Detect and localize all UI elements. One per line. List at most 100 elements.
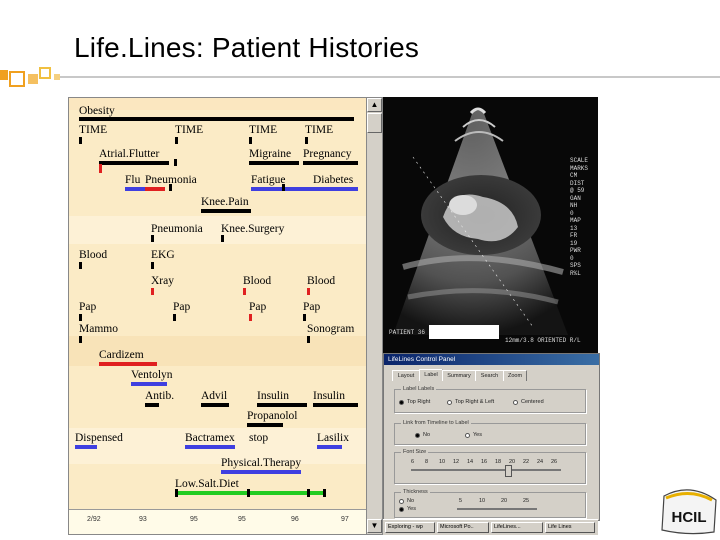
- radio-label: Top Right: [407, 399, 431, 405]
- scroll-down-icon[interactable]: ▼: [367, 519, 382, 533]
- label-insulin-2[interactable]: Insulin: [313, 390, 345, 402]
- radio-thickness-no[interactable]: [399, 499, 404, 504]
- radio-label: No: [407, 498, 415, 504]
- radio-top-right-left[interactable]: [447, 400, 452, 405]
- label-pap-2[interactable]: Pap: [173, 301, 190, 313]
- bar-physical-therapy[interactable]: [221, 470, 301, 474]
- tab-label[interactable]: Label: [419, 369, 443, 381]
- bar-bactramex[interactable]: [185, 445, 235, 449]
- label-position-group: Label Labels Top Right Top Right & Left …: [394, 386, 586, 413]
- radio-top-right[interactable]: [399, 400, 404, 405]
- event-tick: [303, 314, 306, 321]
- ultrasound-orientation-label: 12mm/3.8 ORIENTED R/L: [505, 337, 581, 344]
- bar-atrial-flutter[interactable]: [99, 161, 169, 165]
- label-dispensed[interactable]: Dispensed: [75, 432, 123, 444]
- label-mammo[interactable]: Mammo: [79, 323, 118, 335]
- label-advil[interactable]: Advil: [201, 390, 227, 402]
- label-low-salt-diet[interactable]: Low.Salt.Diet: [175, 478, 239, 490]
- time-axis[interactable]: 2/92 93 95 95 96 97: [69, 509, 366, 534]
- event-tick: [307, 336, 310, 343]
- label-cardizem[interactable]: Cardizem: [99, 349, 144, 361]
- font-size-slider[interactable]: [411, 469, 561, 471]
- radio-label: Centered: [521, 399, 544, 405]
- bar-migraine[interactable]: [249, 161, 299, 165]
- label-propanolol[interactable]: Propanolol: [247, 410, 297, 422]
- label-knee-surgery[interactable]: Knee.Surgery: [221, 223, 284, 235]
- label-lasilix[interactable]: Lasilix: [317, 432, 349, 444]
- label-stop[interactable]: stop: [249, 432, 268, 444]
- event-tick: [151, 235, 154, 242]
- bar-low-salt-diet[interactable]: [175, 491, 325, 495]
- label-blood-1[interactable]: Blood: [79, 249, 107, 261]
- axis-tick-label: 96: [291, 516, 299, 523]
- radio-thickness-yes[interactable]: [399, 507, 404, 512]
- label-knee-pain[interactable]: Knee.Pain: [201, 196, 249, 208]
- label-fatigue[interactable]: Fatigue: [251, 174, 286, 186]
- bar-propanolol[interactable]: [247, 423, 283, 427]
- label-pneumonia-2[interactable]: Pneumonia: [151, 223, 203, 235]
- radio-label: Yes: [407, 506, 416, 512]
- label-xray[interactable]: Xray: [151, 275, 174, 287]
- event-tick: [174, 159, 177, 166]
- thickness-group: Thickness No Yes 5 10 20 25: [394, 489, 586, 518]
- lifelines-view[interactable]: Obesity TIME TIME TIME TIME Atrial.Flutt…: [68, 97, 383, 535]
- taskbar-item-lifelines-2[interactable]: Life Lines: [545, 522, 595, 533]
- event-tick: [151, 262, 154, 269]
- label-pap-3[interactable]: Pap: [249, 301, 266, 313]
- label-sonogram[interactable]: Sonogram: [307, 323, 354, 335]
- label-time-1: TIME: [79, 124, 108, 136]
- taskbar-item-exploring[interactable]: Exploring - wp: [385, 522, 435, 533]
- label-pregnancy[interactable]: Pregnancy: [303, 148, 352, 160]
- label-bactramex[interactable]: Bactramex: [185, 432, 235, 444]
- label-time-2: TIME: [175, 124, 204, 136]
- bar-pregnancy[interactable]: [303, 161, 358, 165]
- radio-link-no[interactable]: [415, 433, 420, 438]
- bar-dispensed[interactable]: [75, 445, 97, 449]
- bar-diabetes[interactable]: [313, 187, 358, 191]
- label-physical-therapy[interactable]: Physical.Therapy: [221, 457, 301, 469]
- bar-cardizem[interactable]: [99, 362, 157, 366]
- event-tick: [247, 489, 250, 497]
- bar-pneumonia[interactable]: [145, 187, 165, 191]
- label-obesity[interactable]: Obesity: [79, 105, 115, 117]
- bar-obesity[interactable]: [79, 117, 354, 121]
- label-ekg[interactable]: EKG: [151, 249, 175, 261]
- bar-ventolyn[interactable]: [131, 382, 167, 386]
- radio-link-yes[interactable]: [465, 433, 470, 438]
- label-blood-2[interactable]: Blood: [243, 275, 271, 287]
- taskbar: Exploring - wp Microsoft Po.. LifeLines.…: [383, 519, 598, 535]
- label-migraine[interactable]: Migraine: [249, 148, 291, 160]
- bar-antib[interactable]: [145, 403, 159, 407]
- event-tick: [173, 314, 176, 321]
- taskbar-item-powerpoint[interactable]: Microsoft Po..: [437, 522, 489, 533]
- label-atrial-flutter[interactable]: Atrial.Flutter: [99, 148, 159, 160]
- label-antib[interactable]: Antib.: [145, 390, 174, 402]
- tab-layout[interactable]: Layout: [392, 370, 420, 381]
- label-diabetes[interactable]: Diabetes: [313, 174, 353, 186]
- bar-lasilix[interactable]: [317, 445, 342, 449]
- bar-insulin-1[interactable]: [257, 403, 307, 407]
- taskbar-item-lifelines-1[interactable]: LifeLines...: [491, 522, 543, 533]
- font-size-slider-thumb[interactable]: [505, 465, 512, 477]
- label-pap-1[interactable]: Pap: [79, 301, 96, 313]
- thickness-slider[interactable]: [457, 508, 537, 510]
- bar-knee-pain[interactable]: [201, 209, 251, 213]
- label-pap-4[interactable]: Pap: [303, 301, 320, 313]
- label-ventolyn[interactable]: Ventolyn: [131, 369, 173, 381]
- label-insulin-1[interactable]: Insulin: [257, 390, 289, 402]
- axis-tick-label: 95: [238, 516, 246, 523]
- label-flu[interactable]: Flu: [125, 174, 140, 186]
- tab-search[interactable]: Search: [475, 370, 504, 381]
- tab-summary[interactable]: Summary: [442, 370, 476, 381]
- bar-advil[interactable]: [201, 403, 229, 407]
- radio-centered[interactable]: [513, 400, 518, 405]
- event-tick: [323, 489, 326, 497]
- scroll-thumb[interactable]: [367, 113, 382, 133]
- tab-zoom[interactable]: Zoom: [503, 370, 527, 381]
- bar-insulin-2[interactable]: [313, 403, 358, 407]
- vertical-scrollbar[interactable]: ▲ ▼: [366, 98, 382, 534]
- event-tick-red: [151, 288, 154, 295]
- scroll-up-icon[interactable]: ▲: [367, 98, 382, 112]
- label-blood-3[interactable]: Blood: [307, 275, 335, 287]
- control-panel-window[interactable]: LifeLines Control Panel Layout Label Sum…: [383, 353, 600, 521]
